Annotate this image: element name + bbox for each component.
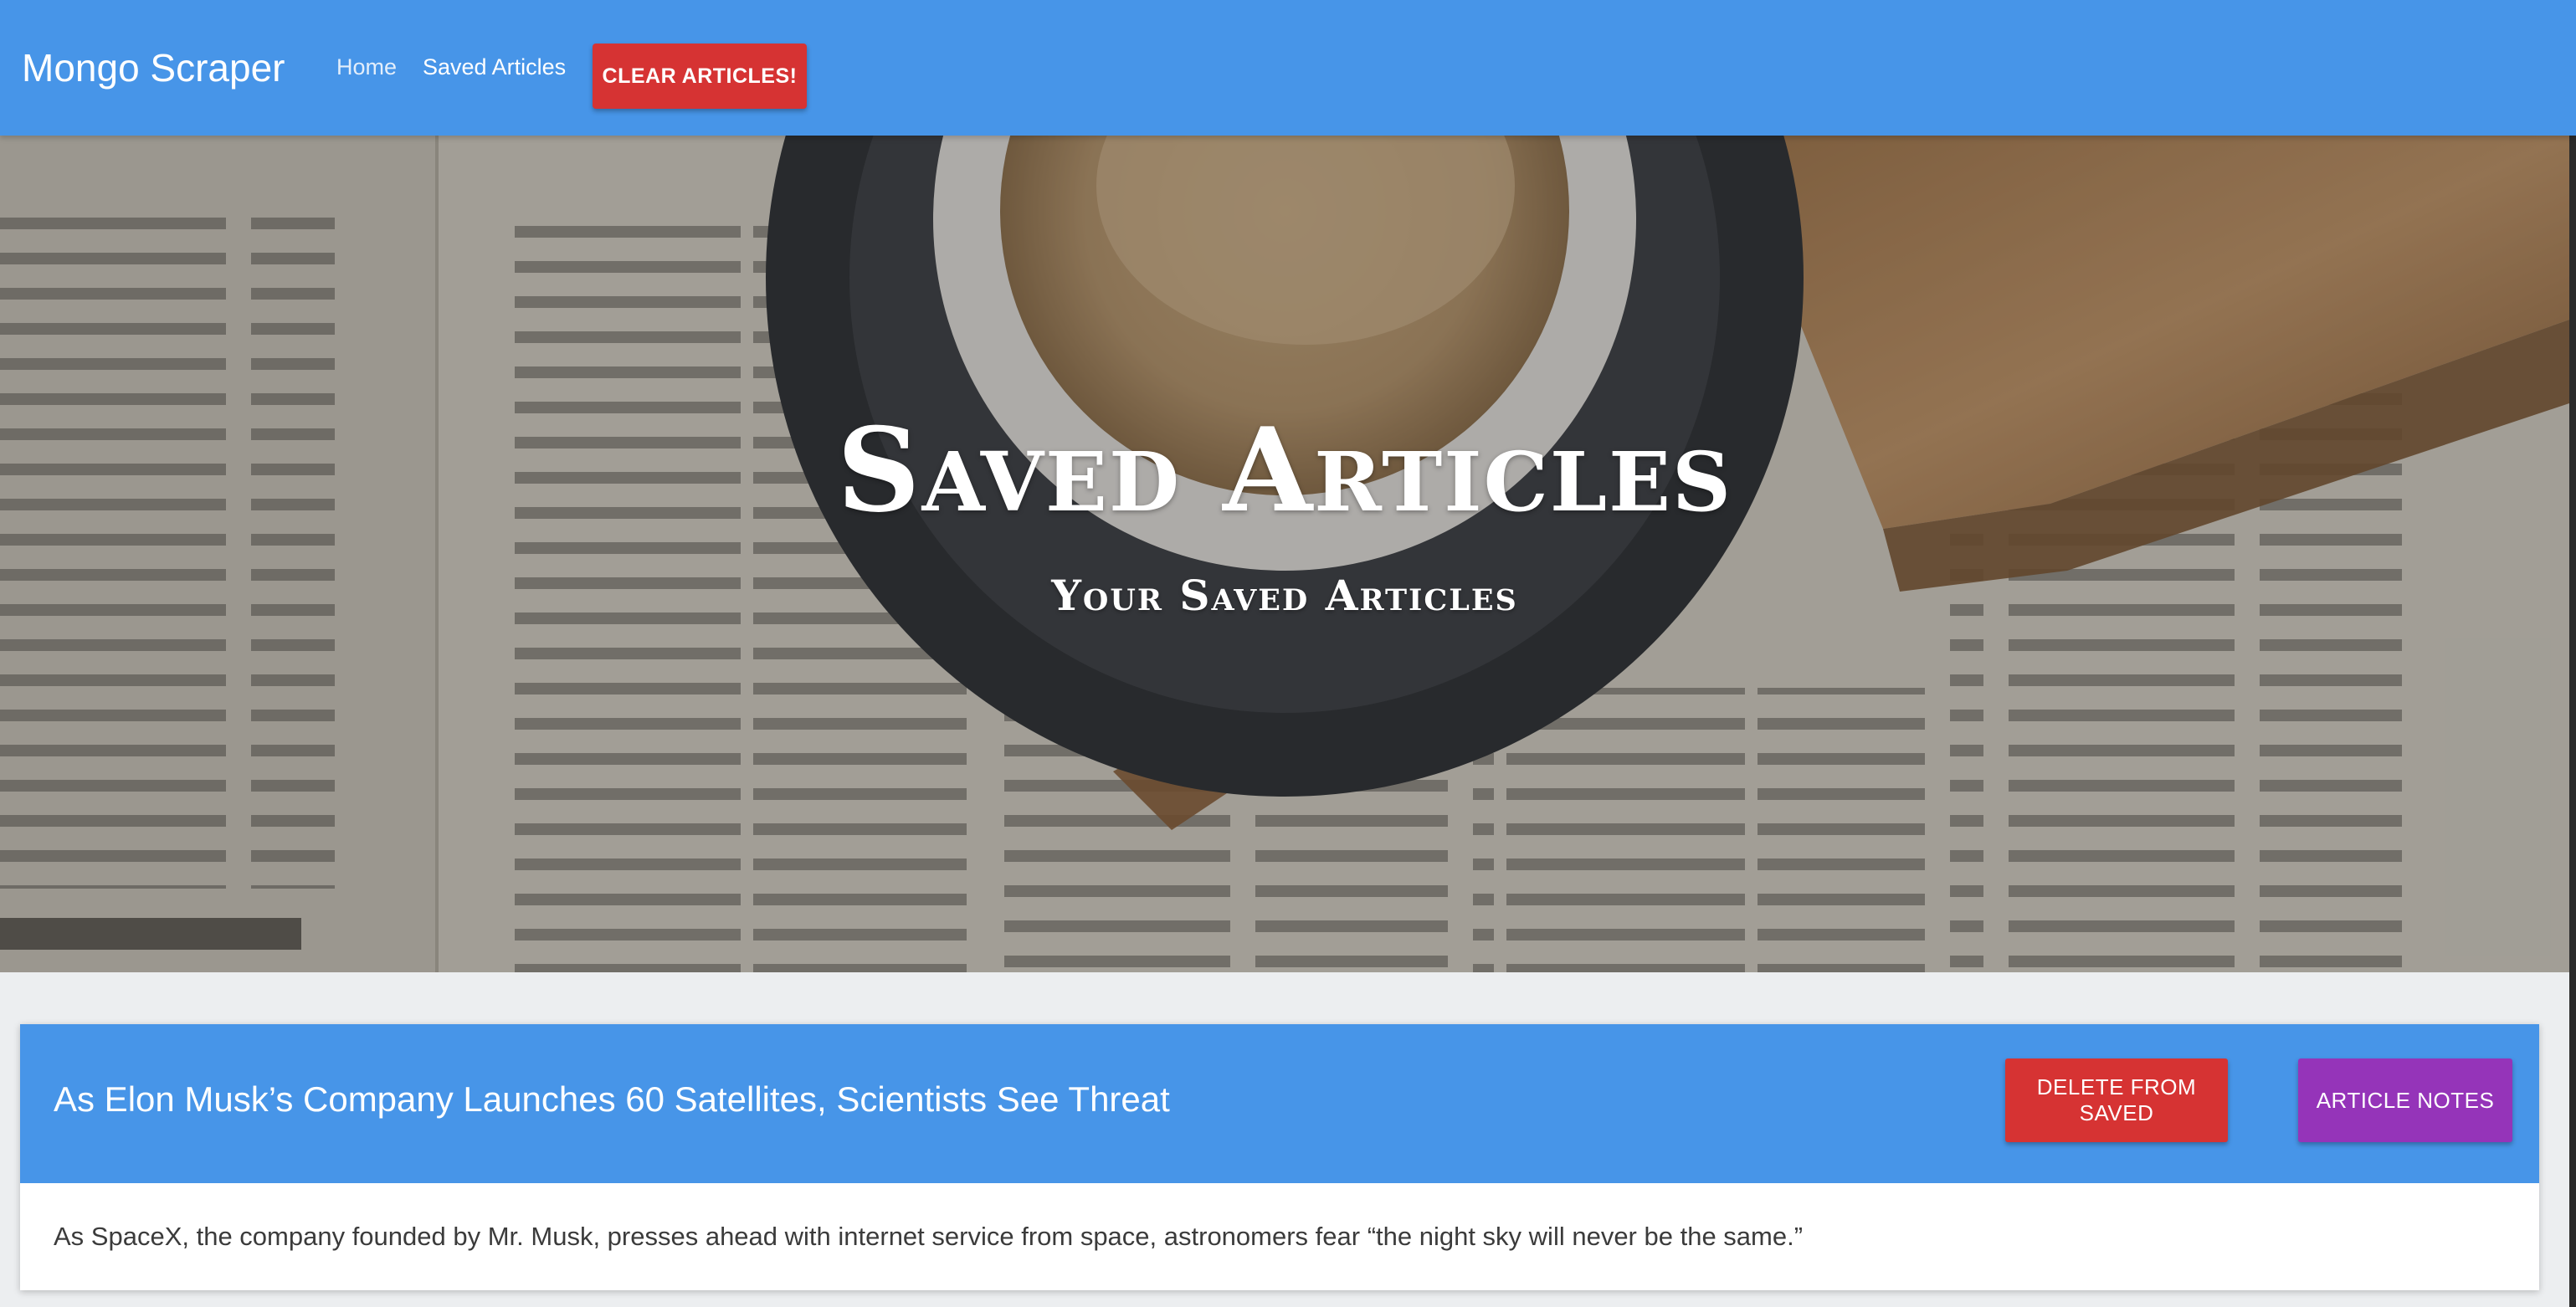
saved-article-card: As Elon Musk’s Company Launches 60 Satel… <box>20 1024 2539 1290</box>
nav-link-home[interactable]: Home <box>336 50 397 84</box>
navbar: Mongo Scraper Home Saved Articles CLEAR … <box>0 0 2576 136</box>
clear-articles-button[interactable]: CLEAR ARTICLES! <box>593 44 807 109</box>
article-title-link[interactable]: As Elon Musk’s Company Launches 60 Satel… <box>54 1076 1170 1123</box>
article-summary: As SpaceX, the company founded by Mr. Mu… <box>54 1222 1804 1251</box>
hero-banner: Saved Articles Your Saved Articles <box>0 136 2569 972</box>
article-card-header: As Elon Musk’s Company Launches 60 Satel… <box>20 1024 2539 1183</box>
window-edge <box>2569 0 2576 1307</box>
hero-subtitle: Your Saved Articles <box>1051 571 1518 620</box>
delete-from-saved-button[interactable]: DELETE FROM SAVED <box>2005 1058 2228 1142</box>
nav-link-saved-articles[interactable]: Saved Articles <box>423 50 566 84</box>
hero-title: Saved Articles <box>836 402 1733 538</box>
brand-logo[interactable]: Mongo Scraper <box>22 42 285 94</box>
article-notes-button[interactable]: ARTICLE NOTES <box>2298 1058 2512 1142</box>
hero-dark-overlay <box>0 136 2569 972</box>
